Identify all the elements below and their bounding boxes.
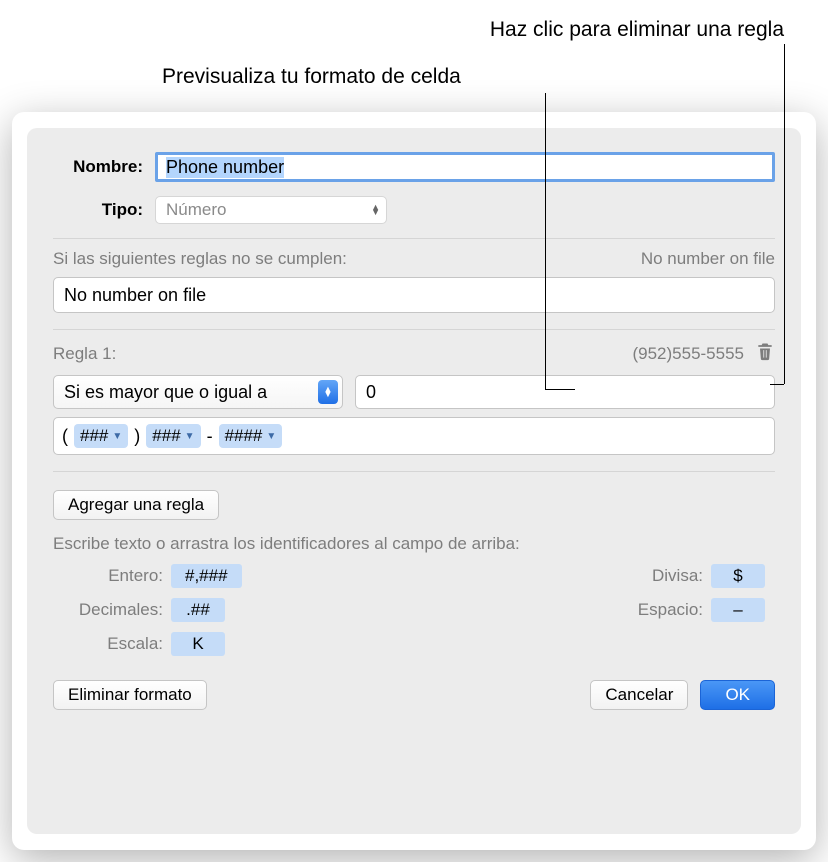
token-text: ### xyxy=(80,426,108,446)
espacio-label: Espacio: xyxy=(623,600,703,620)
callout-line xyxy=(784,44,785,384)
condition-value: Si es mayor que o igual a xyxy=(64,382,267,403)
chevrons-icon: ▲▼ xyxy=(318,380,338,404)
chevron-down-icon: ▼ xyxy=(112,431,122,442)
tokens-intro: Escribe texto o arrastra los identificad… xyxy=(53,534,775,554)
decimales-token[interactable]: .## xyxy=(171,598,225,622)
espacio-token[interactable]: – xyxy=(711,598,765,622)
annotation-preview-format: Previsualiza tu formato de celda xyxy=(162,65,461,89)
literal-dash: - xyxy=(207,426,213,447)
delete-format-button[interactable]: Eliminar formato xyxy=(53,680,207,710)
format-token[interactable]: ### ▼ xyxy=(146,424,200,448)
rule1-preview: (952)555-5555 xyxy=(632,344,744,364)
divider xyxy=(53,238,775,239)
type-label: Tipo: xyxy=(53,200,155,220)
escala-token[interactable]: K xyxy=(171,632,225,656)
literal-close-paren: ) xyxy=(134,426,140,447)
type-select-value: Número xyxy=(166,200,226,220)
callout-line xyxy=(770,384,784,385)
annotation-delete-rule: Haz clic para eliminar una regla xyxy=(490,18,784,42)
trash-icon[interactable] xyxy=(755,340,775,367)
format-bar[interactable]: ( ### ▼ ) ### ▼ - #### ▼ xyxy=(53,417,775,455)
callout-line xyxy=(545,389,575,390)
chevrons-icon: ▲▼ xyxy=(371,205,380,215)
type-select[interactable]: Número ▲▼ xyxy=(155,196,387,224)
name-input[interactable] xyxy=(155,152,775,182)
fallback-intro: Si las siguientes reglas no se cumplen: xyxy=(53,249,347,269)
name-label: Nombre: xyxy=(53,157,155,177)
callout-line xyxy=(545,93,546,389)
add-rule-button[interactable]: Agregar una regla xyxy=(53,490,219,520)
rule1-label: Regla 1: xyxy=(53,344,116,364)
format-token[interactable]: ### ▼ xyxy=(74,424,128,448)
format-token[interactable]: #### ▼ xyxy=(219,424,283,448)
divider xyxy=(53,471,775,472)
entero-token[interactable]: #,### xyxy=(171,564,242,588)
entero-label: Entero: xyxy=(53,566,163,586)
escala-label: Escala: xyxy=(53,634,163,654)
ok-button[interactable]: OK xyxy=(700,680,775,710)
literal-open-paren: ( xyxy=(62,426,68,447)
cancel-button[interactable]: Cancelar xyxy=(590,680,688,710)
token-text: #### xyxy=(225,426,263,446)
condition-select[interactable]: Si es mayor que o igual a ▲▼ xyxy=(53,375,343,409)
chevron-down-icon: ▼ xyxy=(185,431,195,442)
divider xyxy=(53,329,775,330)
decimales-label: Decimales: xyxy=(53,600,163,620)
token-text: ### xyxy=(152,426,180,446)
fallback-input[interactable] xyxy=(53,277,775,313)
fallback-preview: No number on file xyxy=(641,249,775,269)
chevron-down-icon: ▼ xyxy=(266,431,276,442)
divisa-label: Divisa: xyxy=(623,566,703,586)
condition-value-input[interactable] xyxy=(355,375,775,409)
format-editor-window: Nombre: Tipo: Número ▲▼ Si las siguiente… xyxy=(27,128,801,834)
divisa-token[interactable]: $ xyxy=(711,564,765,588)
